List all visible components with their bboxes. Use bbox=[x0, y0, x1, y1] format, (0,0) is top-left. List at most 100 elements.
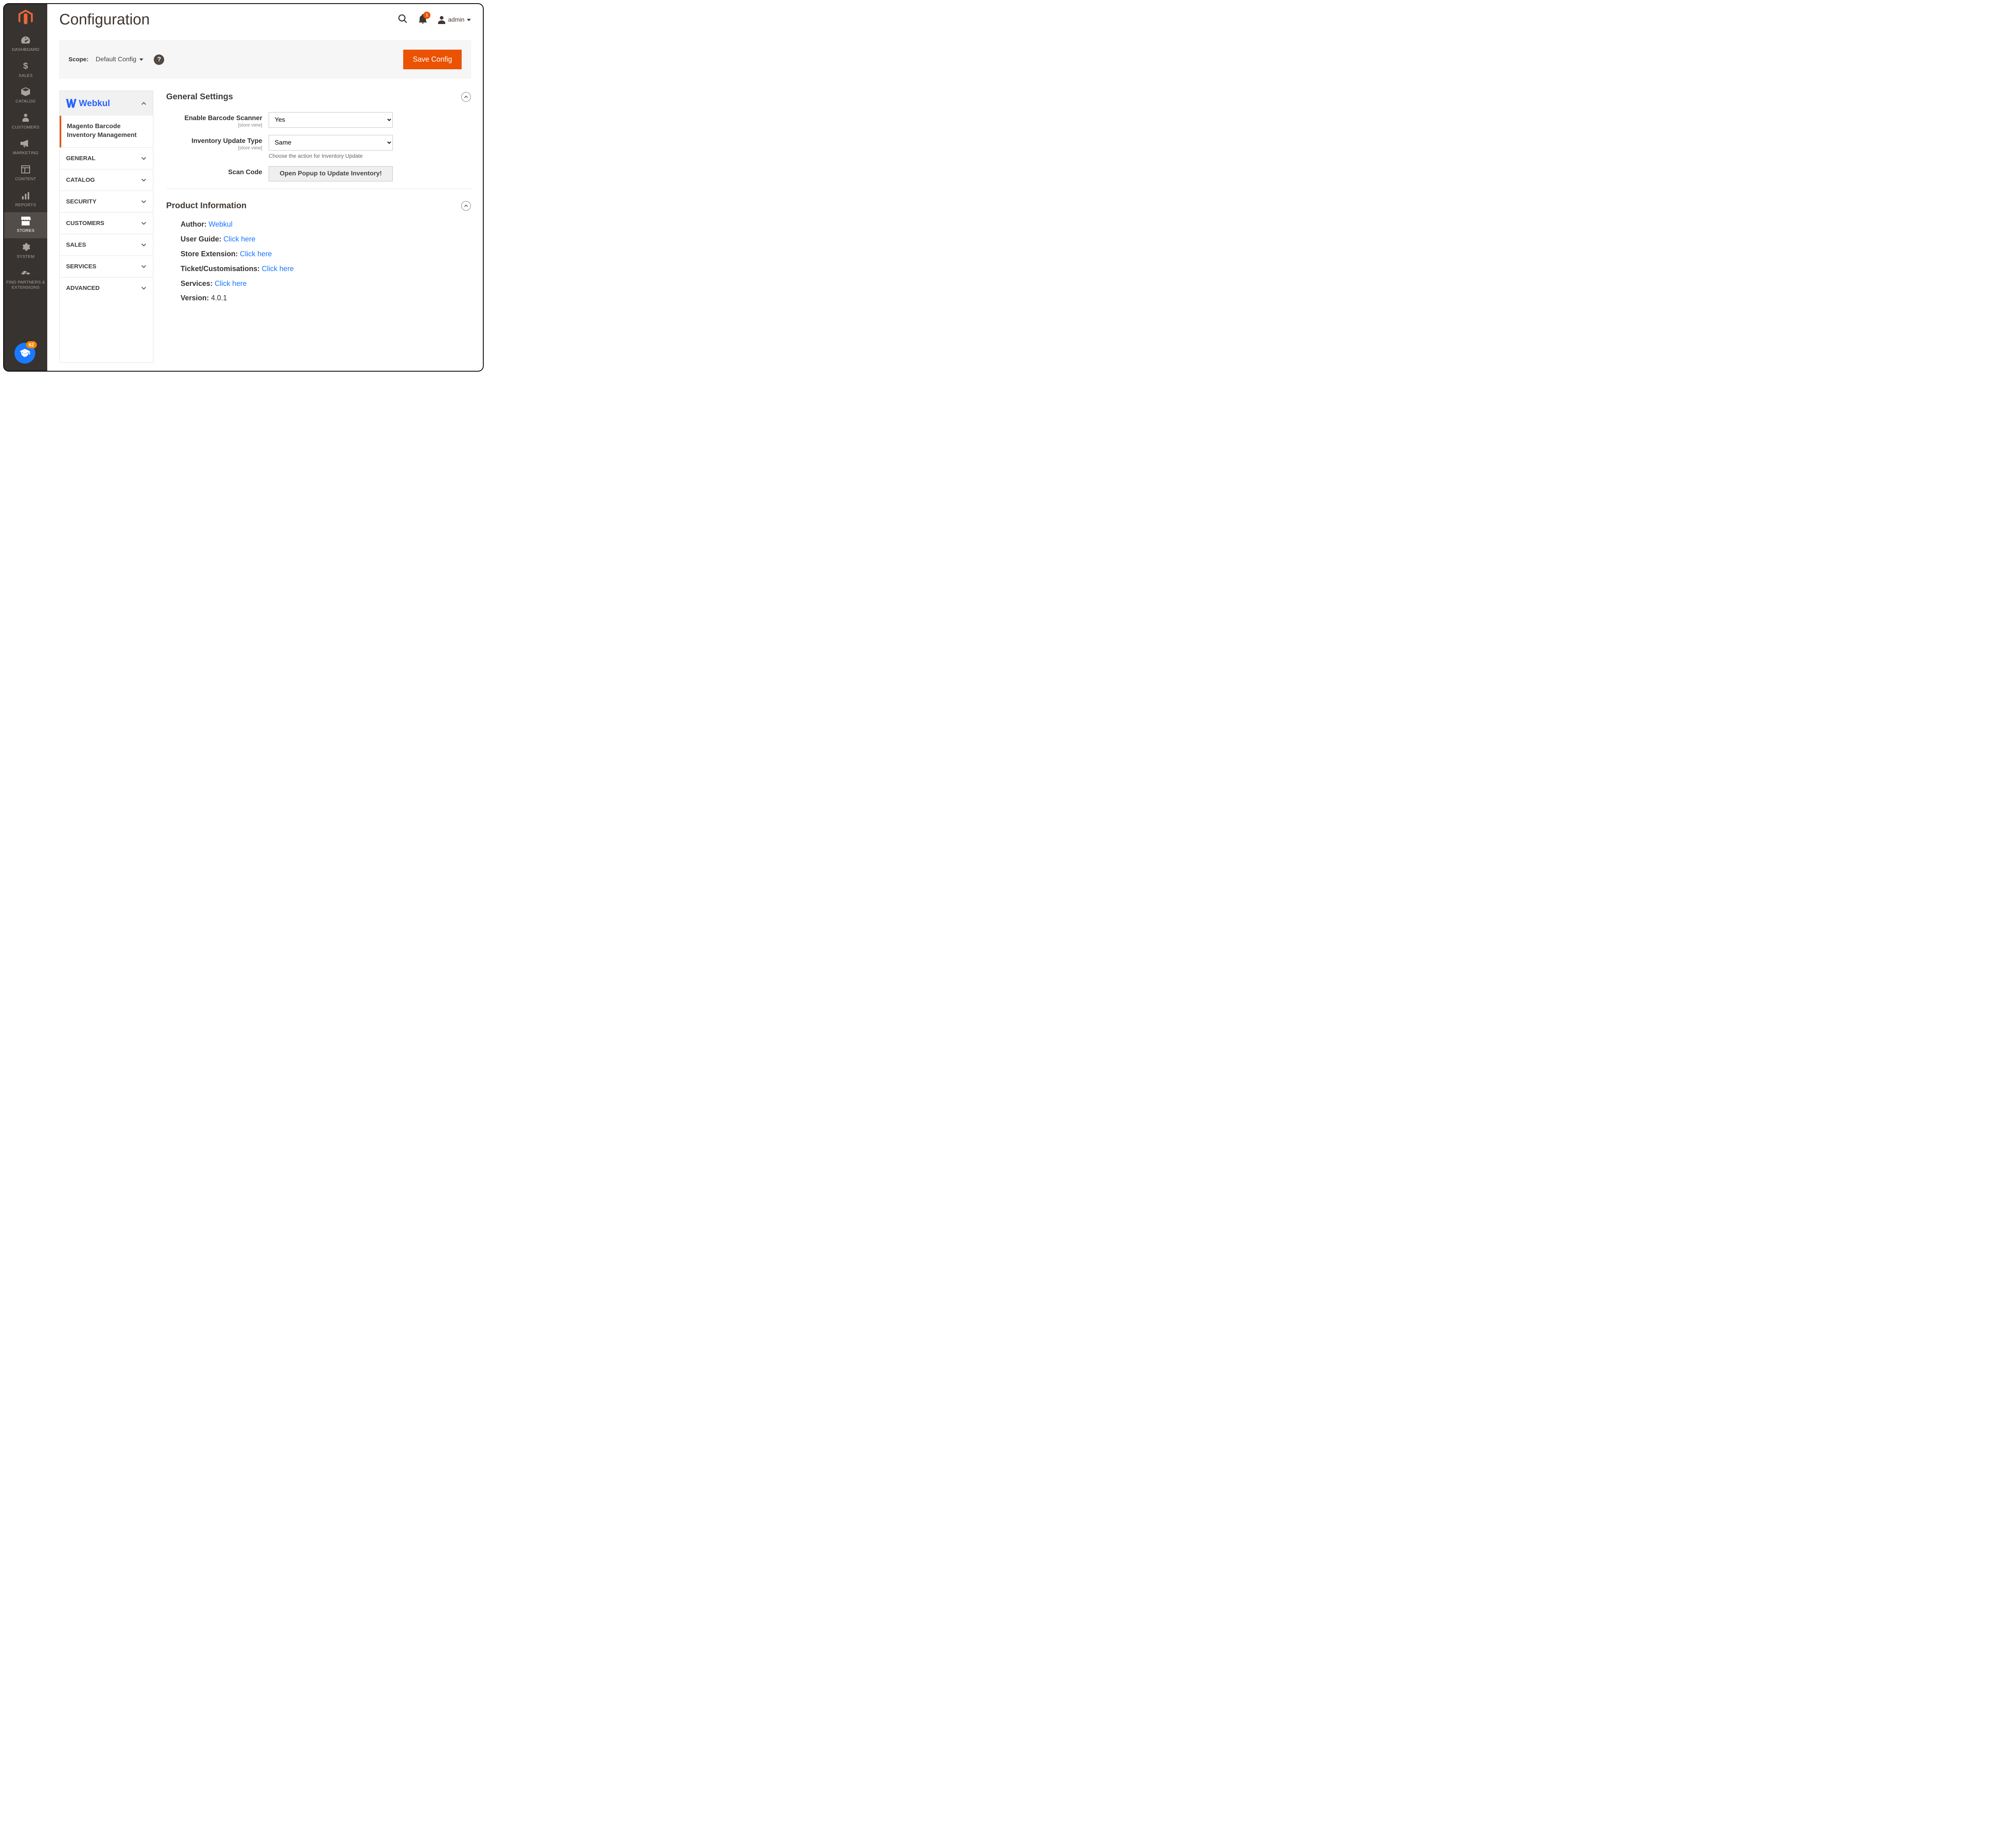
admin-username: admin bbox=[448, 16, 464, 23]
layout-icon bbox=[20, 165, 31, 174]
nav-label: FIND PARTNERS & EXTENSIONS bbox=[6, 280, 46, 290]
main-panel: Configuration 1 admin Scope: Default bbox=[47, 4, 483, 371]
chevron-down-icon bbox=[141, 264, 147, 269]
nav-stores[interactable]: STORES bbox=[4, 212, 47, 238]
info-row-version: Version: 4.0.1 bbox=[181, 291, 471, 306]
nav-label: CONTENT bbox=[15, 177, 36, 182]
tab-vendor-webkul[interactable]: Webkul bbox=[60, 91, 153, 116]
nav-catalog[interactable]: CATALOG bbox=[4, 83, 47, 109]
tab-sub-barcode-inventory[interactable]: Magento Barcode Inventory Management bbox=[60, 116, 153, 147]
open-popup-button[interactable]: Open Popup to Update Inventory! bbox=[269, 166, 393, 181]
field-label: Scan Code bbox=[228, 169, 262, 176]
topbar: Configuration 1 admin bbox=[47, 4, 483, 32]
field-label: Enable Barcode Scanner bbox=[185, 115, 262, 122]
chevron-down-icon bbox=[141, 156, 147, 161]
notifications-icon[interactable]: 1 bbox=[418, 14, 427, 26]
field-inventory-update-type: Inventory Update Type [store view] Same … bbox=[166, 135, 471, 159]
webkul-logo: Webkul bbox=[66, 98, 110, 109]
storefront-icon bbox=[20, 216, 31, 226]
nav-label: STORES bbox=[17, 228, 34, 233]
chevron-down-icon bbox=[141, 177, 147, 183]
nav-label: SALES bbox=[19, 73, 33, 78]
scope-label: Scope: bbox=[68, 56, 88, 63]
nav-label: CUSTOMERS bbox=[12, 125, 40, 130]
inventory-update-type-select[interactable]: Same bbox=[269, 135, 393, 151]
scope-help-icon[interactable]: ? bbox=[154, 54, 164, 65]
svg-text:$: $ bbox=[23, 61, 28, 71]
nav-dashboard[interactable]: DASHBOARD bbox=[4, 31, 47, 57]
scope-value: Default Config bbox=[96, 56, 136, 63]
ticket-link[interactable]: Click here bbox=[262, 265, 294, 273]
nav-marketing[interactable]: MARKETING bbox=[4, 135, 47, 161]
scope-select[interactable]: Default Config bbox=[96, 56, 143, 63]
field-enable-barcode-scanner: Enable Barcode Scanner [store view] Yes bbox=[166, 112, 471, 128]
collapse-up-icon bbox=[461, 201, 471, 211]
help-count-badge: 62 bbox=[26, 341, 37, 348]
field-label: Inventory Update Type bbox=[191, 137, 262, 145]
version-value: 4.0.1 bbox=[211, 294, 227, 302]
tab-sales[interactable]: SALES bbox=[60, 234, 153, 255]
tab-security[interactable]: SECURITY bbox=[60, 191, 153, 212]
box-icon bbox=[20, 87, 31, 97]
app-window: DASHBOARD $ SALES CATALOG CUSTOMERS MARK… bbox=[3, 3, 484, 372]
field-scope: [store view] bbox=[166, 145, 262, 151]
admin-user-menu[interactable]: admin bbox=[438, 16, 471, 24]
caret-down-icon bbox=[139, 58, 143, 61]
gauge-icon bbox=[20, 35, 31, 45]
user-guide-link[interactable]: Click here bbox=[223, 235, 255, 243]
help-fab[interactable]: 62 bbox=[14, 343, 35, 364]
collapse-up-icon bbox=[461, 92, 471, 102]
product-info-block: Author: Webkul User Guide: Click here St… bbox=[166, 217, 471, 306]
enable-barcode-select[interactable]: Yes bbox=[269, 112, 393, 128]
nav-partners[interactable]: FIND PARTNERS & EXTENSIONS bbox=[4, 264, 47, 295]
chevron-down-icon bbox=[141, 242, 147, 248]
search-icon[interactable] bbox=[398, 14, 408, 26]
tab-customers[interactable]: CUSTOMERS bbox=[60, 213, 153, 234]
info-row-ticket: Ticket/Customisations: Click here bbox=[181, 261, 471, 276]
nav-content[interactable]: CONTENT bbox=[4, 161, 47, 187]
person-icon bbox=[20, 113, 31, 123]
config-tabs: Webkul Magento Barcode Inventory Managem… bbox=[59, 90, 153, 363]
admin-sidebar: DASHBOARD $ SALES CATALOG CUSTOMERS MARK… bbox=[4, 4, 47, 371]
chevron-up-icon bbox=[141, 101, 147, 106]
caret-down-icon bbox=[467, 19, 471, 21]
dollar-icon: $ bbox=[20, 61, 31, 71]
tab-advanced[interactable]: ADVANCED bbox=[60, 278, 153, 299]
services-link[interactable]: Click here bbox=[215, 280, 247, 288]
info-row-services: Services: Click here bbox=[181, 276, 471, 291]
megaphone-icon bbox=[20, 139, 31, 148]
page-title: Configuration bbox=[59, 11, 398, 28]
scope-bar: Scope: Default Config ? Save Config bbox=[59, 40, 471, 78]
section-product-information[interactable]: Product Information bbox=[166, 199, 471, 217]
tab-catalog[interactable]: CATALOG bbox=[60, 169, 153, 191]
nav-reports[interactable]: REPORTS bbox=[4, 187, 47, 213]
info-row-author: Author: Webkul bbox=[181, 217, 471, 232]
author-link[interactable]: Webkul bbox=[209, 220, 233, 228]
nav-label: DASHBOARD bbox=[12, 47, 40, 52]
field-scope: [store view] bbox=[166, 122, 262, 128]
gear-icon bbox=[20, 242, 31, 252]
field-hint: Choose the action for Inventory Update bbox=[269, 153, 393, 159]
tab-services[interactable]: SERVICES bbox=[60, 256, 153, 277]
nav-sales[interactable]: $ SALES bbox=[4, 57, 47, 83]
chevron-down-icon bbox=[141, 286, 147, 291]
info-row-guide: User Guide: Click here bbox=[181, 232, 471, 247]
tab-general[interactable]: GENERAL bbox=[60, 148, 153, 169]
field-scan-code: Scan Code Open Popup to Update Inventory… bbox=[166, 166, 471, 181]
bar-chart-icon bbox=[20, 191, 31, 200]
nav-label: CATALOG bbox=[16, 99, 36, 104]
chevron-down-icon bbox=[141, 221, 147, 226]
store-extension-link[interactable]: Click here bbox=[240, 250, 272, 258]
nav-system[interactable]: SYSTEM bbox=[4, 238, 47, 264]
form-panel: General Settings Enable Barcode Scanner … bbox=[166, 90, 471, 363]
nav-customers[interactable]: CUSTOMERS bbox=[4, 109, 47, 135]
nav-label: REPORTS bbox=[15, 203, 36, 208]
magento-logo[interactable] bbox=[4, 4, 47, 31]
nav-label: SYSTEM bbox=[17, 254, 35, 259]
chevron-down-icon bbox=[141, 199, 147, 205]
notif-count-badge: 1 bbox=[423, 12, 430, 19]
nav-label: MARKETING bbox=[13, 151, 38, 156]
section-general-settings[interactable]: General Settings bbox=[166, 90, 471, 108]
save-config-button[interactable]: Save Config bbox=[403, 50, 462, 69]
info-row-store: Store Extension: Click here bbox=[181, 247, 471, 261]
